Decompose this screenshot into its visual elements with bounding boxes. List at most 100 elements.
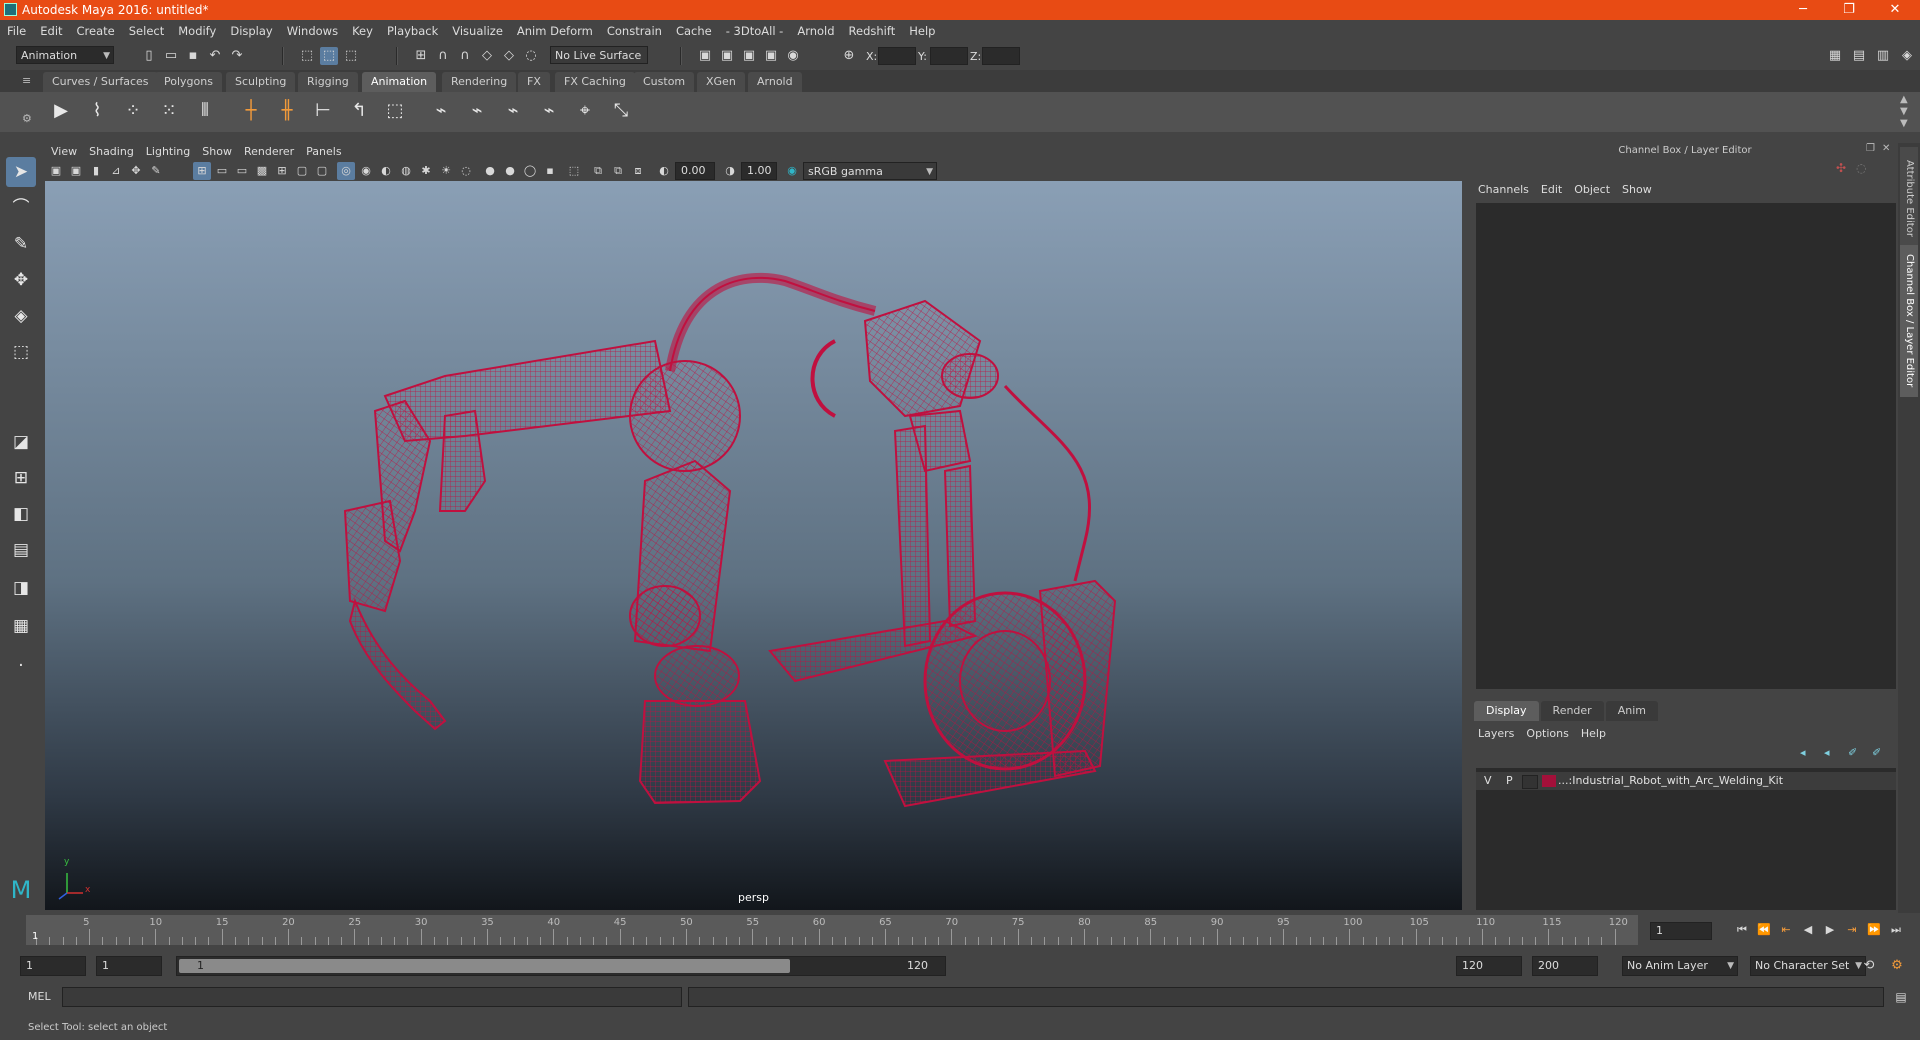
play-forwards-icon[interactable]: ▶ bbox=[1821, 921, 1839, 939]
wireframe-shading-icon[interactable]: ◎ bbox=[337, 162, 355, 180]
new-empty-layer-icon[interactable]: ✐ bbox=[1848, 746, 1857, 759]
command-input[interactable] bbox=[62, 987, 682, 1007]
set-key-scale-icon[interactable]: ⌁ bbox=[536, 98, 562, 124]
new-layer-selected-icon[interactable]: ✐ bbox=[1872, 746, 1881, 759]
viewport-menu-show[interactable]: Show bbox=[196, 143, 238, 161]
scale-constraint-icon[interactable]: ⬚ bbox=[382, 98, 408, 124]
shelf-tab-sculpting[interactable]: Sculpting bbox=[226, 72, 296, 92]
shelf-scroll-arrows[interactable]: ▲ ▼ ▼ bbox=[1900, 94, 1908, 130]
safe-action-icon[interactable]: ▢ bbox=[293, 162, 311, 180]
playback-end-field[interactable]: 120 bbox=[1456, 956, 1522, 976]
single-perspective-layout-icon[interactable]: ◪ bbox=[6, 427, 36, 457]
shelf-menu-icon[interactable]: ≡ bbox=[22, 74, 31, 87]
playblast-icon[interactable]: ▶ bbox=[48, 98, 74, 124]
select-by-hierarchy-icon[interactable]: ⬚ bbox=[298, 47, 316, 65]
exposure-field[interactable]: 0.00 bbox=[675, 162, 715, 180]
shadows-icon[interactable]: ◌ bbox=[457, 162, 475, 180]
menu-arnold[interactable]: Arnold bbox=[790, 20, 841, 42]
sequencer-icon[interactable]: ⦀ bbox=[192, 98, 218, 124]
scale-tool-icon[interactable]: ⬚ bbox=[6, 337, 36, 367]
layer-name[interactable]: ...:Industrial_Robot_with_Arc_Welding_Ki… bbox=[1558, 772, 1783, 790]
persp-graph-layout-icon[interactable]: ◧ bbox=[6, 499, 36, 529]
render-settings-icon[interactable]: ▣ bbox=[740, 47, 758, 65]
film-gate-icon[interactable]: ▭ bbox=[213, 162, 231, 180]
menu-edit[interactable]: Edit bbox=[33, 20, 69, 42]
close-panel-icon[interactable]: ✕ bbox=[1882, 143, 1890, 154]
open-scene-icon[interactable]: ▭ bbox=[162, 47, 180, 65]
viewport-menu-shading[interactable]: Shading bbox=[83, 143, 140, 161]
render-view-icon[interactable]: ◉ bbox=[784, 47, 802, 65]
move-layer-up-icon[interactable]: ◂ bbox=[1800, 746, 1806, 759]
grid-toggle-icon[interactable]: ⊞ bbox=[193, 162, 211, 180]
toggle-attribute-editor-icon[interactable]: ▤ bbox=[1850, 47, 1868, 65]
channel-box-menu-edit[interactable]: Edit bbox=[1535, 181, 1568, 199]
camera-attributes-icon[interactable]: ▣ bbox=[67, 162, 85, 180]
transform-input-icon[interactable]: ⊕ bbox=[840, 47, 858, 65]
shelf-tab-xgen[interactable]: XGen bbox=[697, 72, 745, 92]
menu-constrain[interactable]: Constrain bbox=[600, 20, 669, 42]
ghost-icon[interactable]: ⁘ bbox=[120, 98, 146, 124]
minimize-button[interactable]: ─ bbox=[1780, 0, 1826, 20]
animation-start-field[interactable]: 1 bbox=[20, 956, 86, 976]
toggle-modeling-toolkit-icon[interactable]: ▦ bbox=[1826, 47, 1844, 65]
layer-playback-toggle[interactable]: P bbox=[1506, 772, 1513, 790]
step-forward-frame-icon[interactable]: ⏩ bbox=[1865, 921, 1883, 939]
channel-box-menu-channels[interactable]: Channels bbox=[1472, 181, 1535, 199]
channel-box-manipulator-icon[interactable]: ✣ bbox=[1836, 161, 1846, 175]
layer-display-type-toggle[interactable] bbox=[1522, 775, 1538, 789]
snap-curve-icon[interactable]: ∩ bbox=[434, 47, 452, 65]
channel-box-menu-object[interactable]: Object bbox=[1568, 181, 1616, 199]
layer-tab-render[interactable]: Render bbox=[1540, 701, 1604, 721]
anti-aliasing-icon[interactable]: ◯ bbox=[521, 162, 539, 180]
paint-select-tool-icon[interactable]: ✎ bbox=[6, 229, 36, 259]
motion-trail-icon[interactable]: ⌇ bbox=[84, 98, 110, 124]
snap-live-icon[interactable]: ◇ bbox=[500, 47, 518, 65]
gate-mask-icon[interactable]: ▩ bbox=[253, 162, 271, 180]
menu-visualize[interactable]: Visualize bbox=[445, 20, 510, 42]
channel-box-menu-show[interactable]: Show bbox=[1616, 181, 1658, 199]
side-tab-channel-box[interactable]: Channel Box / Layer Editor bbox=[1900, 245, 1918, 397]
viewport-menu-view[interactable]: View bbox=[45, 143, 83, 161]
layer-menu-options[interactable]: Options bbox=[1520, 725, 1574, 743]
new-scene-icon[interactable]: ▯ bbox=[140, 47, 158, 65]
toggle-channel-box-icon[interactable]: ◈ bbox=[1898, 47, 1916, 65]
set-key-translate-icon[interactable]: ⌁ bbox=[464, 98, 490, 124]
hypershade-layout-icon[interactable]: ▦ bbox=[6, 611, 36, 641]
move-layer-down-icon[interactable]: ◂ bbox=[1824, 746, 1830, 759]
animation-end-field[interactable]: 200 bbox=[1532, 956, 1598, 976]
snap-vertex-icon[interactable]: ◌ bbox=[522, 47, 540, 65]
menu-key[interactable]: Key bbox=[345, 20, 380, 42]
move-tool-icon[interactable]: ✥ bbox=[6, 265, 36, 295]
perspective-viewport[interactable]: y x persp bbox=[45, 181, 1462, 910]
shelf-tab-polygons[interactable]: Polygons bbox=[155, 72, 222, 92]
smooth-shade-icon[interactable]: ◉ bbox=[357, 162, 375, 180]
use-all-lights-icon[interactable]: ☀ bbox=[437, 162, 455, 180]
dope-sheet-icon[interactable]: ⤡ bbox=[608, 98, 634, 124]
animation-preferences-icon[interactable]: ⚙ bbox=[1888, 957, 1906, 975]
snap-view-plane-icon[interactable]: ◇ bbox=[478, 47, 496, 65]
menu-display[interactable]: Display bbox=[223, 20, 279, 42]
step-back-frame-icon[interactable]: ⏪ bbox=[1755, 921, 1773, 939]
restore-button[interactable]: ❐ bbox=[1826, 0, 1872, 20]
grease-pencil-icon[interactable]: ✎ bbox=[147, 162, 165, 180]
play-backwards-icon[interactable]: ◀ bbox=[1799, 921, 1817, 939]
depth-of-field-icon[interactable]: ▪ bbox=[541, 162, 559, 180]
menu-playback[interactable]: Playback bbox=[380, 20, 445, 42]
close-button[interactable]: ✕ bbox=[1872, 0, 1918, 20]
step-back-key-icon[interactable]: ⇤ bbox=[1777, 921, 1795, 939]
graph-editor-icon[interactable]: ⌖ bbox=[572, 98, 598, 124]
coord-y-field[interactable] bbox=[930, 47, 968, 65]
layer-visibility-toggle[interactable]: V bbox=[1484, 772, 1492, 790]
menu-redshift[interactable]: Redshift bbox=[842, 20, 903, 42]
image-plane-icon[interactable]: ⊿ bbox=[107, 162, 125, 180]
anim-layer-dropdown[interactable]: No Anim Layer ▼ bbox=[1622, 956, 1738, 976]
set-key-rotate-icon[interactable]: ⌁ bbox=[500, 98, 526, 124]
gamma-icon[interactable]: ◑ bbox=[721, 162, 739, 180]
redo-icon[interactable]: ↷ bbox=[228, 47, 246, 65]
coord-x-field[interactable] bbox=[878, 47, 916, 65]
viewport-menu-lighting[interactable]: Lighting bbox=[140, 143, 196, 161]
bookmark-icon[interactable]: ▮ bbox=[87, 162, 105, 180]
layer-menu-help[interactable]: Help bbox=[1575, 725, 1612, 743]
shelf-tab-fx-caching[interactable]: FX Caching bbox=[555, 72, 635, 92]
select-tool-icon[interactable]: ➤ bbox=[6, 157, 36, 187]
